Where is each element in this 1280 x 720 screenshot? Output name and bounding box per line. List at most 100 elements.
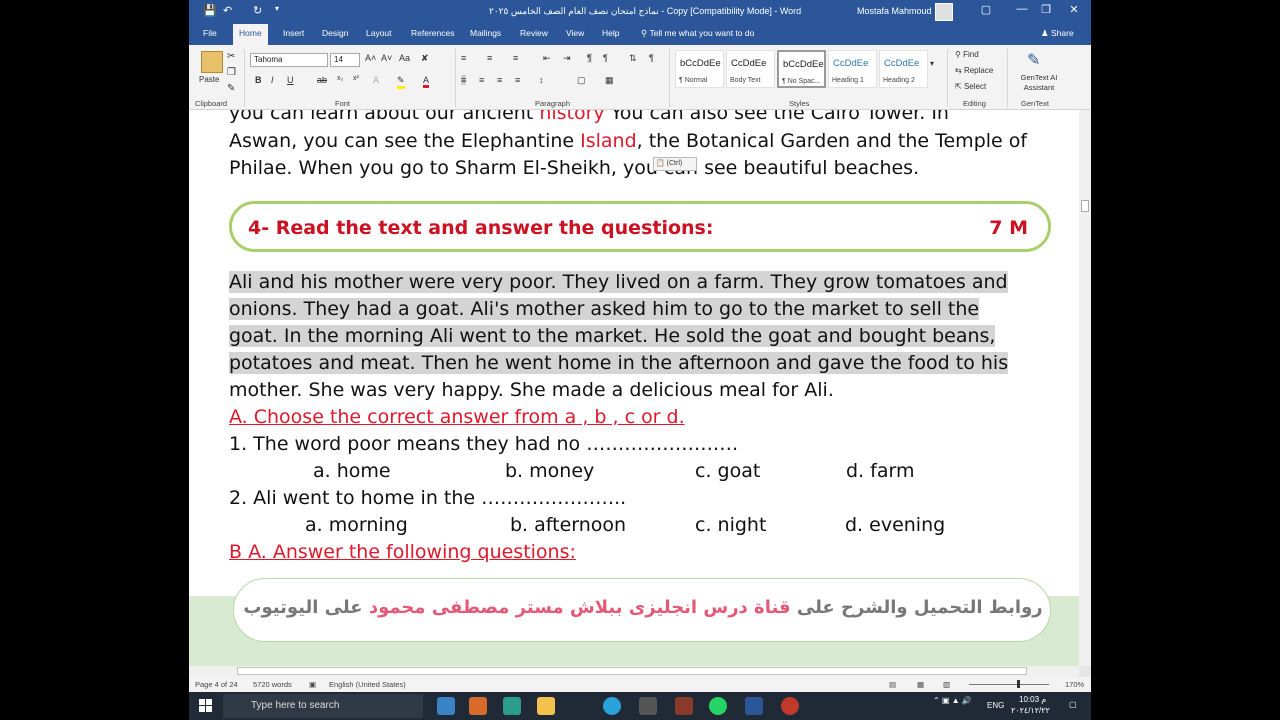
subscript-icon[interactable]: x₂ xyxy=(337,75,343,82)
recorder-icon[interactable] xyxy=(781,697,799,715)
change-case-icon[interactable]: Aa xyxy=(399,53,410,63)
paste-icon[interactable] xyxy=(201,51,223,73)
save-icon[interactable]: 💾 xyxy=(203,4,217,17)
find-button[interactable]: ⚲ Find xyxy=(955,50,979,59)
tab-view[interactable]: View xyxy=(566,28,584,38)
tab-home[interactable]: Home xyxy=(233,24,268,45)
share-button[interactable]: ♟ Share xyxy=(1041,28,1074,39)
notifications-icon[interactable]: ▢ xyxy=(1069,700,1077,709)
superscript-icon[interactable]: x² xyxy=(353,75,359,82)
tab-help[interactable]: Help xyxy=(602,28,619,38)
text-effects-icon[interactable]: A xyxy=(373,75,379,85)
align-right-icon[interactable]: ≡ xyxy=(497,75,502,85)
tab-design[interactable]: Design xyxy=(322,28,348,38)
show-marks-icon[interactable]: ¶ xyxy=(649,53,654,63)
web-layout-icon[interactable]: ▧ xyxy=(943,680,950,689)
user-name[interactable]: Mostafa Mahmoud xyxy=(857,6,932,16)
zoom-level[interactable]: 170% xyxy=(1065,680,1084,689)
zoom-slider-thumb[interactable] xyxy=(1017,680,1020,688)
cut-icon[interactable]: ✂ xyxy=(227,51,235,62)
ribbon-display-icon[interactable]: ▢ xyxy=(971,3,1001,21)
clock-time[interactable]: 10:03 م xyxy=(1019,695,1046,704)
whatsapp-icon[interactable] xyxy=(709,697,727,715)
grow-font-icon[interactable]: A˄ xyxy=(365,53,376,63)
vertical-scrollbar[interactable] xyxy=(1079,110,1091,666)
tab-layout[interactable]: Layout xyxy=(366,28,392,38)
word-icon[interactable] xyxy=(745,697,763,715)
app-icon[interactable] xyxy=(675,697,693,715)
avatar[interactable] xyxy=(935,3,953,21)
redo-icon[interactable]: ↻ xyxy=(253,4,262,17)
read-mode-icon[interactable]: ▤ xyxy=(889,680,896,689)
style-no-spacing[interactable]: bCcDdEe ¶ No Spac... xyxy=(777,50,826,88)
clock-date[interactable]: ٢٠٢٤/١٢/٢٢ xyxy=(1011,706,1050,715)
paste-options-button[interactable]: 📋 (Ctrl) xyxy=(653,157,697,171)
decrease-indent-icon[interactable]: ⇤ xyxy=(543,53,551,64)
horizontal-scrollbar[interactable] xyxy=(189,666,1079,677)
telegram-icon[interactable] xyxy=(603,697,621,715)
multilevel-list-icon[interactable]: ≡ xyxy=(513,53,518,63)
align-center-icon[interactable]: ≡ xyxy=(479,75,484,85)
style-heading-1[interactable]: CcDdEe Heading 1 xyxy=(828,50,877,88)
style-normal[interactable]: bCcDdEe ¶ Normal xyxy=(675,50,724,88)
tell-me-search[interactable]: ⚲ Tell me what you want to do xyxy=(641,28,754,39)
rtl-icon[interactable]: ¶ xyxy=(603,53,608,63)
store-icon[interactable] xyxy=(639,697,657,715)
format-painter-icon[interactable]: ✎ xyxy=(227,83,235,94)
windows-start-icon[interactable] xyxy=(199,699,213,713)
highlight-icon[interactable]: ✎ xyxy=(397,75,405,89)
page-count[interactable]: Page 4 of 24 xyxy=(195,680,238,689)
bullets-icon[interactable]: ≡ xyxy=(461,53,466,63)
italic-icon[interactable]: I xyxy=(271,75,274,85)
input-language[interactable]: ENG xyxy=(987,701,1004,710)
vertical-scroll-thumb[interactable] xyxy=(1081,200,1089,212)
copilot-icon[interactable] xyxy=(469,697,487,715)
borders-icon[interactable]: ▦ xyxy=(605,75,614,86)
copy-icon[interactable]: ❐ xyxy=(227,67,236,78)
word-count[interactable]: 5720 words xyxy=(253,680,292,689)
justify-icon[interactable]: ≡ xyxy=(515,75,520,85)
replace-button[interactable]: ⇆ Replace xyxy=(955,66,993,75)
gentext-button[interactable]: GenText AI Assistant xyxy=(1013,73,1065,93)
font-color-icon[interactable]: A xyxy=(423,75,430,88)
sort-icon[interactable]: ⇅ xyxy=(629,53,637,64)
styles-more-icon[interactable]: ▾ xyxy=(930,59,934,68)
align-left-icon[interactable]: ≡ xyxy=(461,75,467,85)
tab-insert[interactable]: Insert xyxy=(283,28,304,38)
tab-mailings[interactable]: Mailings xyxy=(470,28,501,38)
ltr-icon[interactable]: ¶ xyxy=(587,53,592,63)
close-icon[interactable]: ✕ xyxy=(1059,3,1089,21)
tab-review[interactable]: Review xyxy=(520,28,548,38)
paste-button[interactable]: Paste xyxy=(199,75,219,84)
tab-references[interactable]: References xyxy=(411,28,454,38)
strikethrough-icon[interactable]: ab xyxy=(317,75,327,85)
style-body-text[interactable]: CcDdEe Body Text xyxy=(726,50,775,88)
line-spacing-icon[interactable]: ↕ xyxy=(539,75,544,85)
clear-format-icon[interactable]: ✘ xyxy=(421,53,429,64)
restore-icon[interactable]: ❐ xyxy=(1031,3,1061,21)
tab-file[interactable]: File xyxy=(203,28,217,38)
page[interactable]: you can learn about our ancient history … xyxy=(189,110,1079,666)
numbering-icon[interactable]: ≡ xyxy=(487,53,492,63)
zoom-slider[interactable] xyxy=(969,684,1049,685)
style-heading-2[interactable]: CcDdEe Heading 2 xyxy=(879,50,928,88)
increase-indent-icon[interactable]: ⇥ xyxy=(563,53,571,64)
customize-qat-icon[interactable]: ▾ xyxy=(275,4,279,13)
proofing-icon[interactable]: ▣ xyxy=(309,680,316,689)
print-layout-icon[interactable]: ▦ xyxy=(917,680,924,689)
file-explorer-icon[interactable] xyxy=(537,697,555,715)
undo-icon[interactable]: ↶ xyxy=(223,4,232,17)
document-area[interactable]: you can learn about our ancient history … xyxy=(189,110,1079,666)
shading-icon[interactable]: ▢ xyxy=(577,75,586,86)
underline-icon[interactable]: U xyxy=(287,75,294,85)
font-name-combo[interactable]: Tahoma xyxy=(250,53,328,67)
task-view-icon[interactable] xyxy=(437,697,455,715)
select-button[interactable]: ⇱ Select xyxy=(955,82,986,91)
horizontal-scroll-thumb[interactable] xyxy=(237,667,1027,675)
bold-icon[interactable]: B xyxy=(255,75,262,85)
gentext-icon[interactable]: ✎ xyxy=(1027,50,1040,70)
shrink-font-icon[interactable]: A˅ xyxy=(381,53,392,63)
edge-icon[interactable] xyxy=(503,697,521,715)
language-status[interactable]: English (United States) xyxy=(329,680,406,689)
tray-icons[interactable]: ⌃ ▣ ▲ 🔊 xyxy=(933,696,972,705)
